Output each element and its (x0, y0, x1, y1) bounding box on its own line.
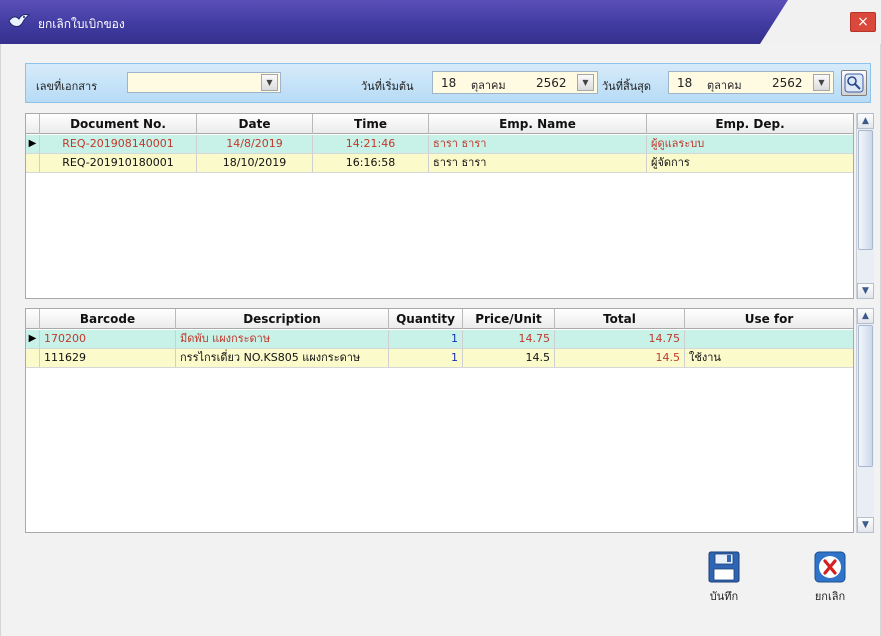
header-corner (26, 114, 40, 134)
cell-total: 14.75 (555, 330, 685, 348)
cell-emp-name: ธารา ธารา (429, 135, 647, 153)
scroll-up-icon[interactable]: ▲ (857, 308, 874, 324)
cancel-button[interactable]: ยกเลิก (802, 550, 858, 616)
start-date-picker[interactable]: 18 ตุลาคม 2562 ▼ (432, 71, 598, 94)
cell-date: 14/8/2019 (197, 135, 313, 153)
search-icon (844, 73, 864, 93)
scroll-thumb[interactable] (858, 130, 873, 250)
col-date[interactable]: Date (197, 114, 313, 134)
cell-emp-dep: ผู้ดูแลระบบ (651, 137, 705, 150)
end-month[interactable]: ตุลาคม (707, 76, 742, 94)
cell-description: มีดพับ แผงกระดาษ (176, 330, 389, 348)
item-grid: Barcode Description Quantity Price/Unit … (25, 308, 854, 533)
cell-quantity: 1 (389, 330, 463, 348)
start-date-dropdown-button[interactable]: ▼ (577, 74, 594, 91)
header-corner (26, 309, 40, 329)
cell-time: 14:21:46 (313, 135, 429, 153)
cell-use-for (685, 330, 853, 348)
cell-quantity: 1 (389, 349, 463, 367)
cell-price: 14.75 (463, 330, 555, 348)
item-grid-header: Barcode Description Quantity Price/Unit … (26, 309, 853, 329)
doc-no-combo[interactable] (127, 72, 281, 93)
col-description[interactable]: Description (176, 309, 389, 329)
col-use-for[interactable]: Use for (685, 309, 853, 329)
window-title: ยกเลิกใบเบิกของ (38, 17, 125, 31)
table-row[interactable]: ▶ 170200 มีดพับ แผงกระดาษ 1 14.75 14.75 (26, 330, 853, 349)
col-barcode[interactable]: Barcode (40, 309, 176, 329)
cell-doc-no: REQ-201908140001 (40, 135, 197, 153)
row-indicator (26, 349, 40, 367)
cell-barcode: 111629 (40, 349, 176, 367)
end-date-label: วันที่สิ้นสุด (602, 80, 652, 93)
red-x-icon (814, 551, 846, 583)
col-quantity[interactable]: Quantity (389, 309, 463, 329)
end-year[interactable]: 2562 (772, 76, 803, 90)
cell-doc-no: REQ-201910180001 (40, 154, 197, 172)
row-indicator-icon: ▶ (26, 330, 40, 348)
scroll-down-icon[interactable]: ▼ (857, 517, 874, 533)
document-grid-header: Document No. Date Time Emp. Name Emp. De… (26, 114, 853, 134)
end-date-dropdown-button[interactable]: ▼ (813, 74, 830, 91)
row-indicator-icon: ▶ (26, 135, 40, 153)
close-button[interactable]: × (850, 12, 876, 32)
app-bird-icon (8, 12, 31, 30)
save-label: บันทึก (709, 590, 739, 603)
cell-total: 14.5 (555, 349, 685, 367)
scroll-down-icon[interactable]: ▼ (857, 283, 874, 299)
item-grid-scrollbar[interactable]: ▲ ▼ (856, 308, 874, 533)
doc-no-dropdown-button[interactable]: ▼ (261, 74, 278, 91)
cell-barcode: 170200 (40, 330, 176, 348)
search-button[interactable] (841, 70, 867, 96)
cell-description: กรรไกรเดี่ยว NO.KS805 แผงกระดาษ (176, 349, 389, 367)
end-day[interactable]: 18 (677, 76, 692, 90)
doc-no-label: เลขที่เอกสาร (36, 80, 98, 93)
row-indicator (26, 154, 40, 172)
scroll-thumb[interactable] (858, 325, 873, 467)
start-day[interactable]: 18 (441, 76, 456, 90)
document-grid: Document No. Date Time Emp. Name Emp. De… (25, 113, 854, 299)
end-date-picker[interactable]: 18 ตุลาคม 2562 ▼ (668, 71, 834, 94)
col-price-unit[interactable]: Price/Unit (463, 309, 555, 329)
col-emp-dep[interactable]: Emp. Dep. (647, 114, 853, 134)
start-year[interactable]: 2562 (536, 76, 567, 90)
document-grid-scrollbar[interactable]: ▲ ▼ (856, 113, 874, 299)
start-date-label: วันที่เริ่มต้น (361, 80, 414, 93)
cell-emp-name: ธารา ธารา (429, 154, 647, 172)
col-doc-no[interactable]: Document No. (40, 114, 197, 134)
floppy-disk-icon (708, 551, 740, 583)
table-row[interactable]: REQ-201910180001 18/10/2019 16:16:58 ธาร… (26, 154, 853, 173)
cancel-label: ยกเลิก (814, 590, 846, 603)
col-time[interactable]: Time (313, 114, 429, 134)
table-row[interactable]: ▶ REQ-201908140001 14/8/2019 14:21:46 ธา… (26, 135, 853, 154)
cell-date: 18/10/2019 (197, 154, 313, 172)
cell-time: 16:16:58 (313, 154, 429, 172)
cell-emp-dep: ผู้จัดการ (651, 156, 690, 169)
col-emp-name[interactable]: Emp. Name (429, 114, 647, 134)
scroll-up-icon[interactable]: ▲ (857, 113, 874, 129)
table-row[interactable]: 111629 กรรไกรเดี่ยว NO.KS805 แผงกระดาษ 1… (26, 349, 853, 368)
cell-use-for: ใช้งาน (689, 351, 721, 364)
save-button[interactable]: บันทึก (696, 550, 752, 616)
cell-price: 14.5 (463, 349, 555, 367)
start-month[interactable]: ตุลาคม (471, 76, 506, 94)
title-bar (0, 0, 881, 44)
col-total[interactable]: Total (555, 309, 685, 329)
